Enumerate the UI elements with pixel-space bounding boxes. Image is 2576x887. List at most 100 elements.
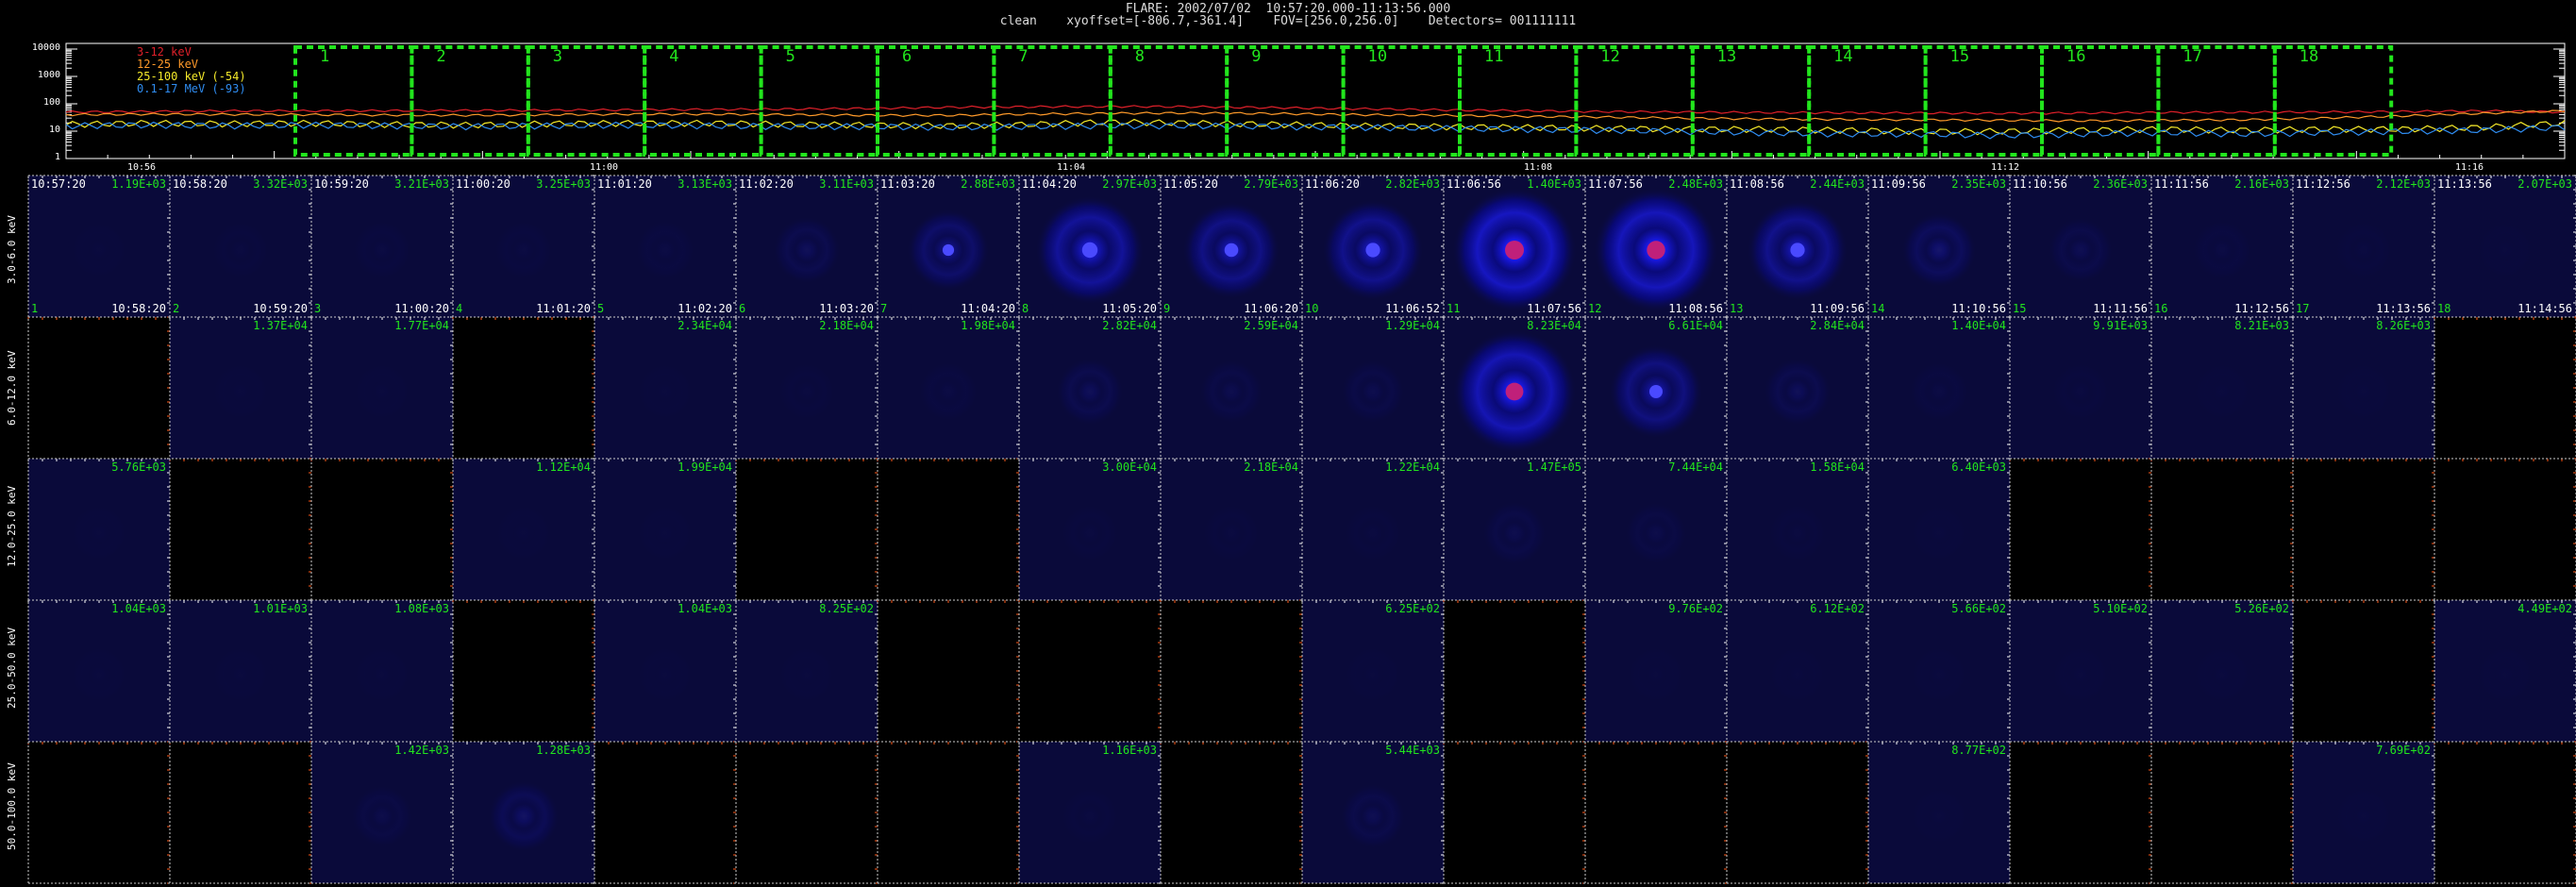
source-emission: [494, 504, 553, 562]
peak-value-label: 2.35E+03: [1951, 177, 2006, 191]
image-cell: 1.58E+04: [1726, 458, 1869, 601]
peak-value-label: 1.37E+04: [253, 319, 308, 332]
interval-number-label: 6: [739, 302, 745, 315]
peak-value-label: 7.44E+04: [1668, 460, 1723, 474]
image-cell: [1160, 599, 1303, 743]
source-emission: [1910, 504, 1968, 562]
image-cell: 5.26E+02: [2150, 599, 2294, 743]
image-cell: [2009, 741, 2152, 884]
peak-value-label: 1.47E+05: [1527, 460, 1581, 474]
peak-value-label: 3.13E+03: [677, 177, 732, 191]
peak-value-label: 2.44E+03: [1810, 177, 1865, 191]
image-cell-bg: [2434, 459, 2576, 600]
source-emission: [2476, 645, 2534, 704]
start-time-label: 11:12:56: [2296, 177, 2350, 191]
image-grid: 1.19E+03 10:57:20 10:58:20 1 3.32E+03 10:58:2…: [27, 175, 2576, 884]
image-cell-bg: [878, 600, 1019, 742]
peak-value-label: 3.32E+03: [253, 177, 308, 191]
peak-value-label: 2.12E+03: [2376, 177, 2431, 191]
image-cell-bg: [170, 742, 311, 883]
end-time-label: 11:12:56: [2234, 302, 2289, 315]
source-emission: [210, 220, 271, 280]
image-cell: [2009, 458, 2152, 601]
image-cell: 4.49E+02: [2434, 599, 2576, 743]
source-emission: [2192, 220, 2252, 280]
image-cell-bg: [28, 317, 170, 459]
peak-value-label: 1.16E+03: [1102, 744, 1157, 757]
peak-value-label: 2.48E+03: [1668, 177, 1723, 191]
image-cell: [169, 741, 312, 884]
peak-value-label: 9.91E+03: [2093, 319, 2148, 332]
start-time-label: 10:58:20: [173, 177, 227, 191]
interval-number-label: 10: [1305, 302, 1318, 315]
image-cell: 8.21E+03: [2150, 316, 2294, 460]
image-cell-bg: [2293, 459, 2434, 600]
image-cell: [27, 316, 171, 460]
image-cell: 5.44E+03: [1301, 741, 1445, 884]
image-cell: 2.84E+04: [1726, 316, 1869, 460]
image-cell-bg: [1161, 742, 1302, 883]
image-cell-bg: [2434, 742, 2576, 883]
image-cell: 2.59E+04: [1160, 316, 1303, 460]
image-cell-bg: [1444, 600, 1585, 742]
peak-value-label: 1.40E+04: [1951, 319, 2006, 332]
source-core: [1649, 385, 1663, 398]
peak-value-label: 1.77E+04: [394, 319, 449, 332]
source-core: [1365, 243, 1380, 258]
peak-value-label: 1.29E+04: [1385, 319, 1440, 332]
image-cell: 2.88E+03 11:03:20 11:04:20 7: [877, 175, 1020, 318]
peak-value-label: 5.26E+02: [2234, 602, 2289, 615]
image-cell: 2.12E+03 11:12:56 11:13:56 17: [2292, 175, 2435, 318]
image-cell-bg: [2434, 317, 2576, 459]
image-cell-bg: [311, 459, 453, 600]
source-emission: [1056, 358, 1124, 426]
image-cell: 1.29E+04: [1301, 316, 1445, 460]
image-cell: 2.35E+03 11:09:56 11:10:56 14: [1867, 175, 2011, 318]
image-cell: 2.18E+04: [735, 316, 878, 460]
end-time-label: 11:06:20: [1244, 302, 1298, 315]
start-time-label: 11:04:20: [1022, 177, 1077, 191]
image-cell-bg: [878, 459, 1019, 600]
image-cell: 1.42E+03: [310, 741, 454, 884]
start-time-label: 11:01:20: [597, 177, 652, 191]
source-emission: [493, 220, 554, 280]
end-time-label: 10:58:20: [111, 302, 166, 315]
peak-value-label: 2.07E+03: [2517, 177, 2572, 191]
source-core: [942, 243, 955, 257]
source-emission: [1340, 783, 1406, 849]
source-emission: [1901, 212, 1977, 288]
image-cell: 3.11E+03 11:02:20 11:03:20 6: [735, 175, 878, 318]
image-cell: 8.26E+03: [2292, 316, 2435, 460]
source-core: [1505, 241, 1524, 259]
peak-value-label: 1.01E+03: [253, 602, 308, 615]
peak-value-label: 8.21E+03: [2234, 319, 2289, 332]
image-cell: [735, 741, 878, 884]
source-emission: [488, 780, 560, 852]
image-cell: [877, 599, 1020, 743]
peak-value-label: 1.12E+04: [536, 460, 591, 474]
interval-number-label: 4: [456, 302, 462, 315]
image-cell: 2.79E+03 11:05:20 11:06:20 9: [1160, 175, 1303, 318]
image-cell: [1584, 741, 1728, 884]
start-time-label: 11:03:20: [880, 177, 935, 191]
image-cell: 2.07E+03 11:13:56 11:14:56 18: [2434, 175, 2576, 318]
end-time-label: 11:08:56: [1668, 302, 1723, 315]
image-cell-bg: [2151, 742, 2293, 883]
source-emission: [70, 221, 128, 279]
image-cell-bg: [453, 600, 594, 742]
peak-value-label: 2.97E+03: [1102, 177, 1157, 191]
image-cell: 2.18E+04: [1160, 458, 1303, 601]
source-emission: [1060, 503, 1120, 563]
source-emission: [2051, 645, 2110, 704]
start-time-label: 11:10:56: [2013, 177, 2067, 191]
energy-band-label: 3.0-6.0 keV: [6, 215, 18, 284]
image-cell: 3.13E+03 11:01:20 11:02:20 5: [594, 175, 737, 318]
start-time-label: 11:06:56: [1447, 177, 1501, 191]
image-cell: 2.36E+03 11:10:56 11:11:56 15: [2009, 175, 2152, 318]
peak-value-label: 2.18E+04: [1244, 460, 1298, 474]
peak-value-label: 1.40E+03: [1527, 177, 1581, 191]
peak-value-label: 8.25E+02: [819, 602, 874, 615]
image-cell: 2.44E+03 11:08:56 11:09:56 13: [1726, 175, 1869, 318]
image-cell-bg: [1585, 742, 1727, 883]
peak-value-label: 1.58E+04: [1810, 460, 1865, 474]
